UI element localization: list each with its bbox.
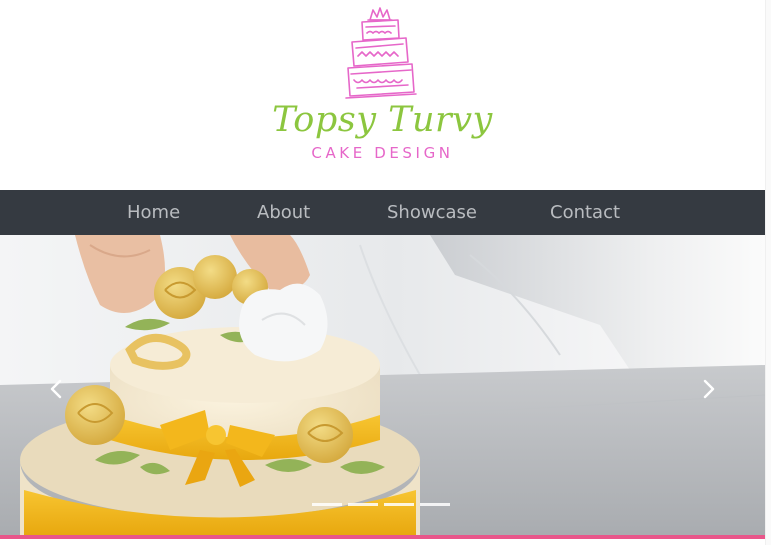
nav-link-about[interactable]: About	[257, 190, 310, 235]
carousel-indicator-3[interactable]	[384, 503, 414, 506]
chevron-left-icon[interactable]	[44, 375, 68, 403]
page-footer-strip	[0, 539, 765, 545]
hero-carousel[interactable]	[0, 235, 765, 535]
nav-link-showcase[interactable]: Showcase	[387, 190, 477, 235]
carousel-indicator-2[interactable]	[348, 503, 378, 506]
page-scrollbar[interactable]	[765, 0, 771, 545]
site-header: Topsy Turvy CAKE DESIGN	[0, 0, 765, 190]
main-navigation: Home About Showcase Contact	[0, 190, 765, 235]
chevron-right-icon[interactable]	[697, 375, 721, 403]
brand-name[interactable]: Topsy Turvy	[0, 100, 765, 140]
hero-slide-image	[0, 235, 765, 535]
nav-link-home[interactable]: Home	[127, 190, 180, 235]
carousel-indicator-4[interactable]	[420, 503, 450, 506]
carousel-indicator-1[interactable]	[312, 503, 342, 506]
nav-link-contact[interactable]: Contact	[550, 190, 620, 235]
brand-tagline: CAKE DESIGN	[311, 144, 454, 162]
cake-logo-icon[interactable]	[342, 6, 418, 104]
